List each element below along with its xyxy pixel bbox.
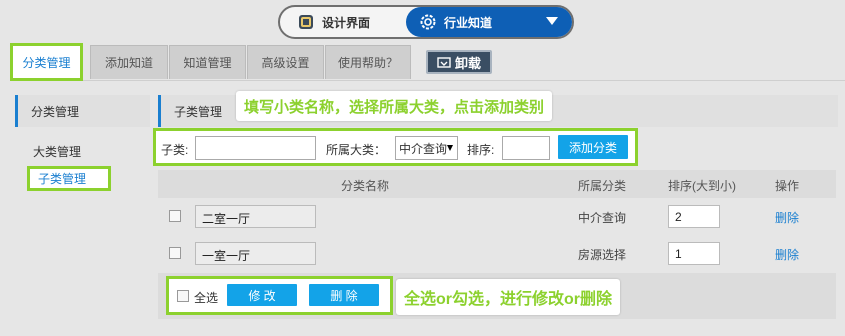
column-header: 操作: [775, 179, 800, 193]
table-row: 二室一厅 中介查询 2 删除: [158, 199, 836, 236]
tab-add-knowledge[interactable]: 添加知道: [90, 45, 168, 79]
row-checkbox[interactable]: [169, 247, 181, 259]
sidebar: 分类管理 大类管理 子类管理: [15, 95, 150, 315]
table-row: 一室一厅 房源选择 1 删除: [158, 236, 836, 273]
bulk-actions: 全选 修 改 删 除: [166, 276, 393, 315]
tab-label: 高级设置: [261, 56, 310, 70]
row-category: 中介查询: [578, 211, 627, 225]
row-checkbox[interactable]: [169, 210, 181, 222]
chevron-down-icon[interactable]: [546, 17, 558, 25]
add-category-form: 子类: 所属大类： 中介查询 排序: 添加分类: [153, 128, 638, 166]
dropdown-arrow-icon: [447, 145, 453, 151]
row-category: 房源选择: [578, 248, 627, 262]
delete-button[interactable]: 删 除: [309, 284, 379, 306]
tab-label: 添加知道: [104, 56, 153, 70]
design-icon: [299, 15, 313, 29]
callout-add-instructions: 填写小类名称，选择所属大类，点击添加类别: [236, 91, 553, 121]
delete-link[interactable]: 删除: [775, 246, 799, 263]
tab-advanced-settings[interactable]: 高级设置: [247, 45, 324, 79]
tab-help[interactable]: 使用帮助？: [325, 45, 411, 79]
subcategory-label: 子类:: [161, 143, 189, 157]
column-header: 分类名称: [341, 179, 390, 193]
sidebar-item-main-category[interactable]: 大类管理: [33, 143, 81, 160]
uninstall-icon: [437, 57, 451, 68]
parent-category-value: 中介查询: [399, 141, 448, 156]
edit-button[interactable]: 修 改: [227, 284, 297, 306]
tab-category-management[interactable]: 分类管理: [10, 43, 83, 81]
industry-knowledge-option[interactable]: 行业知道: [406, 7, 572, 37]
mode-toggle: 设计界面 行业知道: [278, 5, 574, 39]
gear-icon: [420, 14, 436, 30]
sort-label: 排序:: [467, 143, 495, 157]
tab-knowledge-management[interactable]: 知道管理: [169, 45, 246, 79]
uninstall-label: 卸载: [454, 55, 481, 71]
uninstall-button[interactable]: 卸载: [426, 50, 492, 74]
callout-bulk-instructions: 全选or勾选，进行修改or删除: [396, 279, 621, 315]
column-header: 所属分类: [578, 179, 627, 193]
sidebar-item-sub-category[interactable]: 子类管理: [27, 166, 111, 191]
delete-link[interactable]: 删除: [775, 209, 799, 226]
design-view-option[interactable]: 设计界面: [280, 7, 408, 37]
column-header: 排序(大到小): [668, 179, 736, 193]
sort-input[interactable]: [502, 136, 550, 160]
industry-knowledge-label: 行业知道: [444, 15, 493, 30]
subcategory-input[interactable]: [195, 136, 316, 160]
parent-category-label: 所属大类：: [326, 143, 387, 157]
table-header: 分类名称 所属分类 排序(大到小) 操作: [158, 170, 836, 198]
category-name-input[interactable]: 一室一厅: [195, 242, 316, 265]
select-all-checkbox[interactable]: [177, 290, 189, 302]
category-name-input[interactable]: 二室一厅: [195, 205, 316, 228]
tab-label: 使用帮助？: [337, 56, 398, 70]
tab-bar: 分类管理 添加知道 知道管理 高级设置 使用帮助？ 卸载: [10, 43, 845, 81]
design-view-label: 设计界面: [322, 15, 371, 30]
tab-label: 分类管理: [22, 55, 71, 70]
add-category-button[interactable]: 添加分类: [558, 135, 628, 159]
sidebar-header: 分类管理: [15, 95, 150, 127]
tab-label: 知道管理: [183, 56, 232, 70]
parent-category-select[interactable]: 中介查询: [395, 136, 458, 160]
sort-order-input[interactable]: 1: [668, 242, 720, 265]
sort-order-input[interactable]: 2: [668, 205, 720, 228]
select-all-label: 全选: [194, 291, 219, 305]
